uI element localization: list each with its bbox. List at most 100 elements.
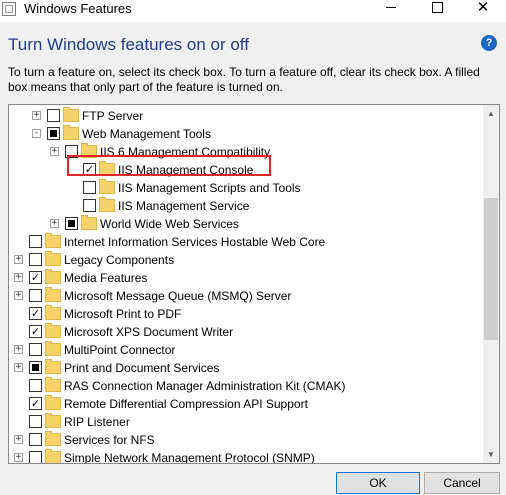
feature-item[interactable]: IIS Management Service: [9, 197, 479, 215]
minimize-icon: [386, 6, 396, 8]
maximize-icon: [431, 1, 443, 13]
feature-label: IIS Management Scripts and Tools: [118, 181, 301, 195]
feature-item[interactable]: + Services for NFS: [9, 431, 479, 449]
feature-checkbox[interactable]: [29, 253, 42, 266]
feature-label: MultiPoint Connector: [64, 343, 176, 357]
window-title: Windows Features: [24, 1, 132, 16]
feature-checkbox[interactable]: [29, 235, 42, 248]
folder-icon: [45, 287, 61, 302]
feature-checkbox[interactable]: [29, 289, 42, 302]
feature-checkbox[interactable]: [65, 217, 78, 230]
feature-checkbox[interactable]: [47, 109, 60, 122]
feature-item[interactable]: - Web Management Tools: [9, 125, 479, 143]
feature-tree[interactable]: + FTP Server - Web Management Tools + IIS 6 M…: [8, 104, 500, 464]
feature-checkbox[interactable]: [29, 451, 42, 463]
folder-icon: [45, 233, 61, 248]
feature-item[interactable]: + ✓ Media Features: [9, 269, 479, 287]
feature-item[interactable]: + Simple Network Management Protocol (SNM…: [9, 449, 479, 464]
feature-label: Services for NFS: [64, 433, 155, 447]
feature-label: Simple Network Management Protocol (SNMP…: [64, 451, 315, 464]
feature-item[interactable]: ✓ Microsoft Print to PDF: [9, 305, 479, 323]
feature-label: Internet Information Services Hostable W…: [64, 235, 326, 249]
expand-icon[interactable]: +: [50, 147, 59, 156]
dialog-heading: Turn Windows features on or off: [8, 35, 249, 54]
feature-label: Microsoft Message Queue (MSMQ) Server: [64, 289, 292, 303]
feature-checkbox[interactable]: ✓: [29, 271, 42, 284]
folder-icon: [81, 215, 97, 230]
folder-icon: [63, 107, 79, 122]
expand-icon[interactable]: +: [14, 291, 23, 300]
feature-label: World Wide Web Services: [100, 217, 239, 231]
feature-item[interactable]: + World Wide Web Services: [9, 215, 479, 233]
feature-checkbox[interactable]: [83, 199, 96, 212]
collapse-icon[interactable]: -: [32, 129, 41, 138]
feature-checkbox[interactable]: [47, 127, 60, 140]
feature-label: Remote Differential Compression API Supp…: [64, 397, 308, 411]
feature-item[interactable]: Internet Information Services Hostable W…: [9, 233, 479, 251]
feature-item[interactable]: RAS Connection Manager Administration Ki…: [9, 377, 479, 395]
feature-item[interactable]: RIP Listener: [9, 413, 479, 431]
folder-icon: [99, 179, 115, 194]
feature-label: Legacy Components: [64, 253, 175, 267]
feature-checkbox[interactable]: [83, 181, 96, 194]
feature-item[interactable]: + Legacy Components: [9, 251, 479, 269]
expand-icon[interactable]: +: [14, 453, 23, 462]
feature-checkbox[interactable]: [29, 379, 42, 392]
expand-icon[interactable]: +: [14, 363, 23, 372]
folder-icon: [45, 431, 61, 446]
feature-label: Microsoft XPS Document Writer: [64, 325, 234, 339]
feature-checkbox[interactable]: ✓: [29, 325, 42, 338]
feature-item[interactable]: + FTP Server: [9, 107, 479, 125]
folder-icon: [45, 269, 61, 284]
scrollbar-thumb[interactable]: [484, 198, 498, 340]
feature-checkbox[interactable]: [29, 361, 42, 374]
feature-item[interactable]: + MultiPoint Connector: [9, 341, 479, 359]
close-button[interactable]: ✕: [460, 0, 506, 22]
expand-icon[interactable]: +: [14, 435, 23, 444]
folder-icon: [45, 341, 61, 356]
expand-icon[interactable]: +: [50, 219, 59, 228]
feature-label: RIP Listener: [64, 415, 130, 429]
expand-icon[interactable]: +: [32, 111, 41, 120]
selection-highlight-box: [67, 155, 271, 176]
feature-label: RAS Connection Manager Administration Ki…: [64, 379, 346, 393]
folder-icon: [45, 377, 61, 392]
folder-icon: [99, 197, 115, 212]
expand-icon[interactable]: +: [14, 255, 23, 264]
feature-label: FTP Server: [82, 109, 144, 123]
expand-icon[interactable]: +: [14, 273, 23, 282]
ok-button[interactable]: OK: [336, 472, 420, 494]
feature-label: Print and Document Services: [64, 361, 220, 375]
title-bar: Windows Features ✕: [0, 0, 506, 22]
feature-checkbox[interactable]: [29, 415, 42, 428]
minimize-button[interactable]: [368, 0, 414, 22]
folder-icon: [45, 449, 61, 463]
feature-item[interactable]: + Microsoft Message Queue (MSMQ) Server: [9, 287, 479, 305]
feature-item[interactable]: ✓ Microsoft XPS Document Writer: [9, 323, 479, 341]
scroll-up-arrow-icon[interactable]: ▲: [483, 105, 499, 122]
dialog-description: To turn a feature on, select its check b…: [8, 65, 480, 94]
vertical-scrollbar[interactable]: ▲ ▼: [483, 105, 499, 463]
folder-icon: [45, 305, 61, 320]
folder-icon: [45, 395, 61, 410]
folder-icon: [45, 413, 61, 428]
feature-checkbox[interactable]: ✓: [29, 307, 42, 320]
cancel-button[interactable]: Cancel: [424, 472, 500, 494]
feature-label: Microsoft Print to PDF: [64, 307, 182, 321]
folder-icon: [63, 125, 79, 140]
maximize-button[interactable]: [414, 0, 460, 22]
feature-checkbox[interactable]: [29, 433, 42, 446]
feature-label: Web Management Tools: [82, 127, 211, 141]
window-app-icon: [2, 2, 16, 16]
feature-item[interactable]: ✓ Remote Differential Compression API Sup…: [9, 395, 479, 413]
feature-checkbox[interactable]: [29, 343, 42, 356]
expand-icon[interactable]: +: [14, 345, 23, 354]
folder-icon: [45, 323, 61, 338]
close-icon: ✕: [476, 0, 490, 16]
folder-icon: [45, 359, 61, 374]
feature-checkbox[interactable]: ✓: [29, 397, 42, 410]
scroll-down-arrow-icon[interactable]: ▼: [483, 446, 499, 463]
feature-item[interactable]: + Print and Document Services: [9, 359, 479, 377]
help-icon[interactable]: ?: [481, 35, 497, 51]
feature-item[interactable]: IIS Management Scripts and Tools: [9, 179, 479, 197]
